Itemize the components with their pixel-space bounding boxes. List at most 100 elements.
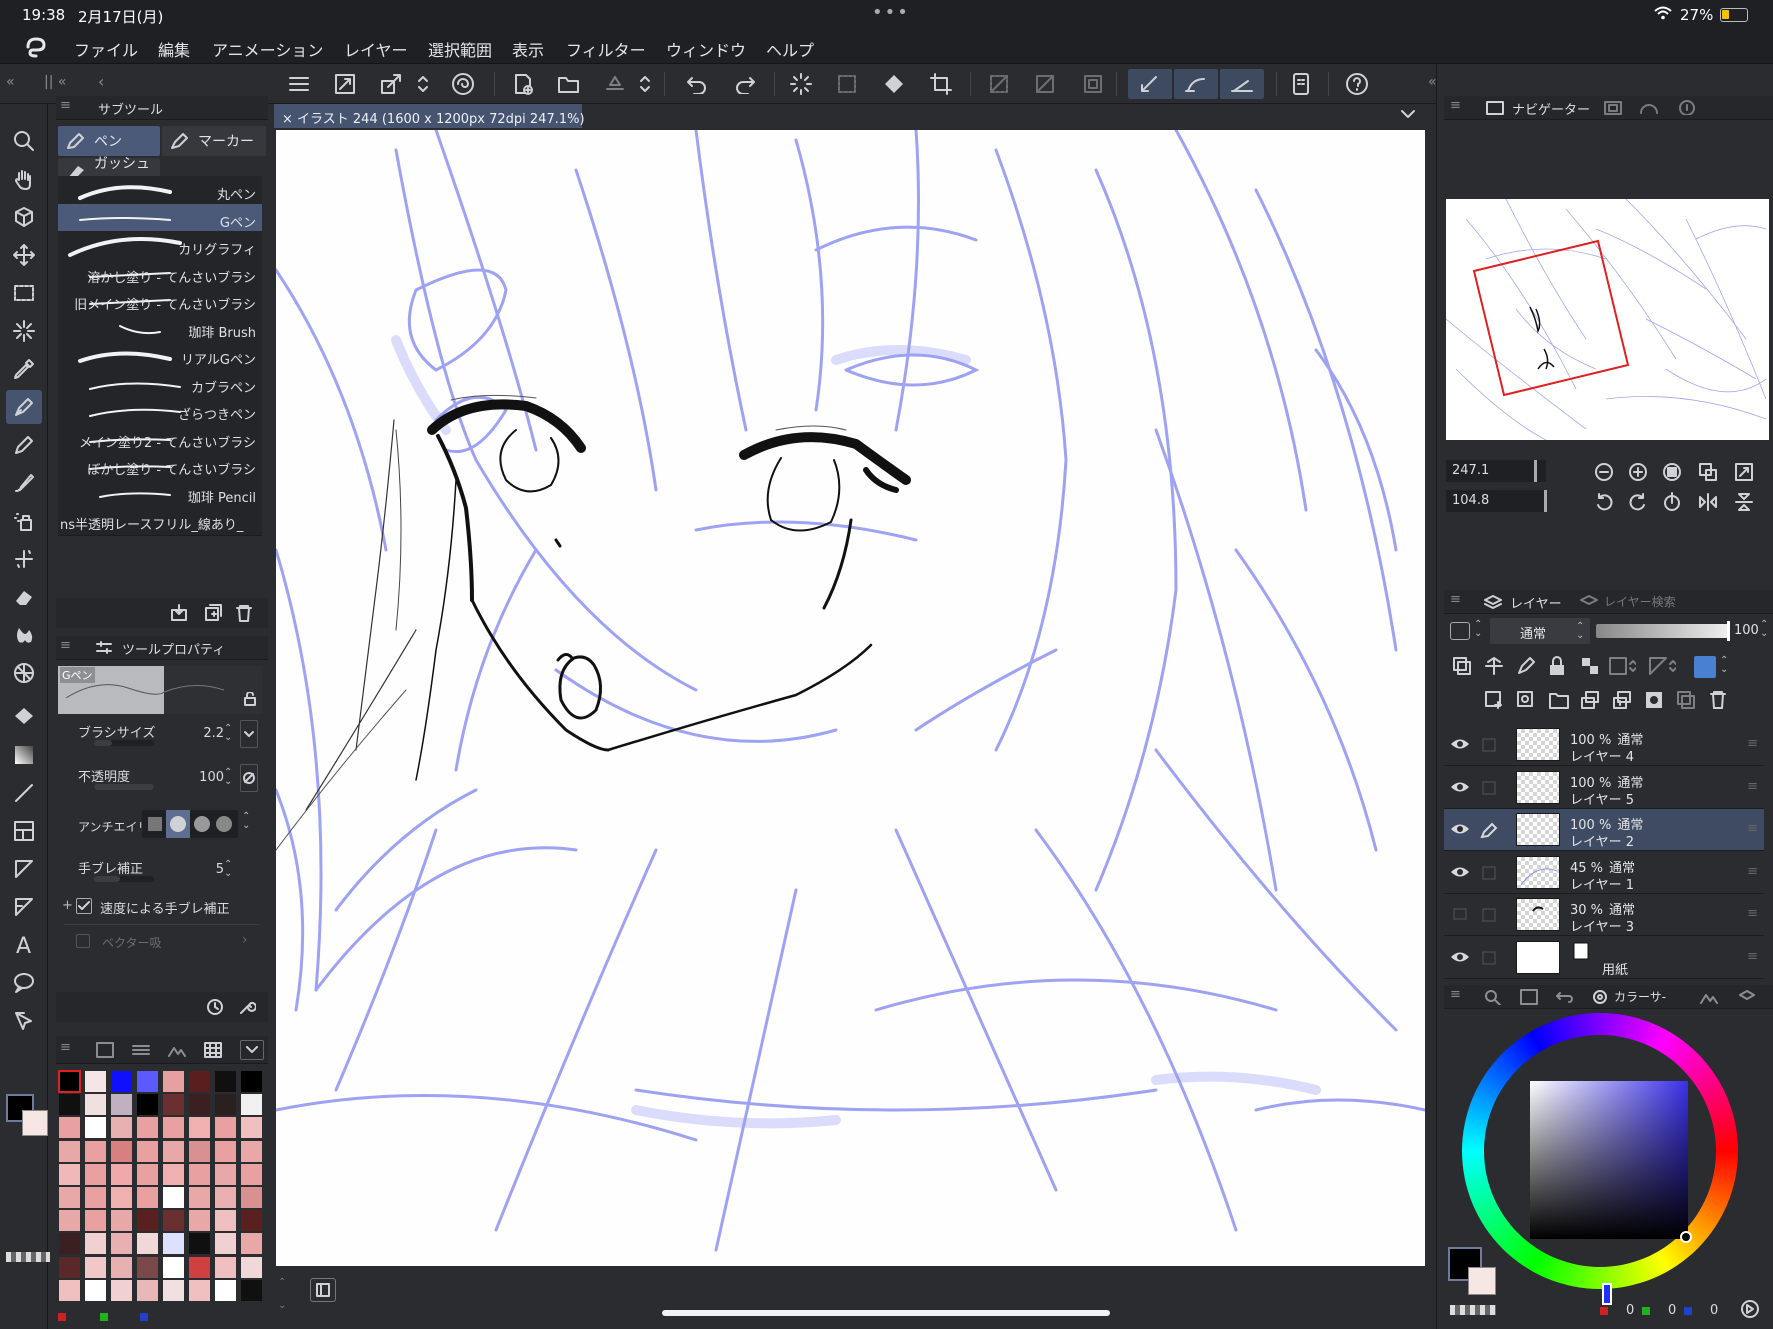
fill-bucket-tool-icon[interactable]	[6, 700, 42, 734]
lock-transparent-icon[interactable]	[1580, 656, 1600, 676]
menu-selection[interactable]: 選択範囲	[428, 37, 492, 61]
collapse-left-icon[interactable]: «	[6, 74, 15, 90]
invert-selection-icon[interactable]	[1030, 69, 1060, 99]
color-swatch[interactable]	[188, 1093, 211, 1117]
transform-icon[interactable]	[376, 69, 406, 99]
palette-dropdown-icon[interactable]	[240, 1040, 264, 1060]
info-tab-icon[interactable]	[1640, 101, 1658, 115]
color-swatch[interactable]	[214, 1116, 237, 1140]
search-color-icon[interactable]	[1484, 989, 1502, 1005]
color-swatch[interactable]	[136, 1255, 159, 1279]
layer-row[interactable]: 用紙 ≡	[1444, 936, 1764, 979]
color-swatch[interactable]	[58, 1232, 81, 1256]
color-swatch[interactable]	[58, 1093, 81, 1117]
color-set-tab-icon[interactable]	[204, 1042, 222, 1058]
color-swatch[interactable]	[214, 1255, 237, 1279]
color-swatch[interactable]	[188, 1255, 211, 1279]
frame-tool-icon[interactable]	[6, 814, 42, 848]
snap-special-ruler-icon[interactable]	[1174, 69, 1218, 99]
color-tab[interactable]: カラーサ-	[1614, 988, 1666, 1005]
color-swatch[interactable]	[188, 1070, 211, 1093]
stabilization-stepper[interactable]: ⌃ ⌄	[224, 860, 236, 879]
color-settings-icon[interactable]	[1740, 1299, 1760, 1319]
color-swatch[interactable]	[136, 1278, 159, 1302]
color-swatch[interactable]	[240, 1186, 263, 1209]
move-tool-icon[interactable]	[6, 238, 42, 272]
layer-visibility-eye-icon[interactable]	[1450, 907, 1470, 921]
create-mask-icon[interactable]	[1644, 690, 1664, 710]
saturation-value-square[interactable]	[1530, 1081, 1692, 1243]
color-swatch[interactable]	[58, 1278, 81, 1302]
layer-drag-handle-icon[interactable]: ≡	[1747, 864, 1758, 879]
panel-menu-icon[interactable]: ≡	[60, 1040, 71, 1055]
wheel-sub-color[interactable]	[1468, 1267, 1496, 1295]
item-bank-tab-icon[interactable]	[1678, 99, 1696, 115]
color-swatch[interactable]	[188, 1116, 211, 1140]
panel-menu-icon[interactable]: ≡	[1450, 98, 1461, 113]
color-swatch[interactable]	[136, 1070, 159, 1093]
zoom-field[interactable]: 247.1	[1446, 460, 1546, 482]
opacity-stepper[interactable]: ⌃ ⌄	[224, 768, 236, 787]
layer-color-icon[interactable]	[1450, 622, 1470, 640]
blend-mode-select[interactable]: 通常 ⌃ ⌄	[1490, 618, 1590, 644]
loading-spinner-icon[interactable]	[786, 69, 816, 99]
color-swatch[interactable]	[110, 1278, 133, 1302]
opacity-track[interactable]	[94, 784, 154, 790]
color-swatch[interactable]	[84, 1186, 107, 1209]
brush-item[interactable]: ぼかし塗り - てんさいブラシ	[58, 451, 262, 481]
layer-row[interactable]: 45 % 通常 レイヤー 1 ≡	[1444, 851, 1764, 894]
color-swatch[interactable]	[58, 1116, 81, 1140]
special-ruler-tool-icon[interactable]	[6, 890, 42, 924]
color-swatch[interactable]	[162, 1162, 185, 1186]
mask-icon[interactable]	[1608, 656, 1636, 676]
new-vector-layer-icon[interactable]	[1516, 690, 1536, 710]
brush-item[interactable]: リアルGペン	[58, 341, 262, 371]
sv-picker-handle[interactable]	[1680, 1231, 1692, 1243]
eyedropper-tool-icon[interactable]	[6, 352, 42, 386]
help-icon[interactable]	[1342, 69, 1372, 99]
color-swatch[interactable]	[240, 1116, 263, 1140]
layer-drag-handle-icon[interactable]: ≡	[1747, 736, 1758, 751]
color-swatch[interactable]	[214, 1278, 237, 1302]
color-swatch[interactable]	[214, 1139, 237, 1163]
pencil-tool-icon[interactable]	[6, 428, 42, 462]
color-swatch[interactable]	[84, 1162, 107, 1186]
color-swatch[interactable]	[240, 1232, 263, 1256]
hue-picker-handle[interactable]	[1602, 1283, 1612, 1305]
menu-help[interactable]: ヘルプ	[766, 37, 814, 61]
navigator-tab[interactable]: ナビゲーター	[1512, 99, 1590, 118]
zoom-out-icon[interactable]	[1594, 462, 1614, 482]
layer-visibility-eye-icon[interactable]	[1450, 737, 1470, 751]
layer-search-tab[interactable]: レイヤー検索	[1604, 593, 1676, 610]
layer-row[interactable]: 100 % 通常 レイヤー 5 ≡	[1444, 766, 1764, 809]
navigator-preview[interactable]	[1446, 199, 1769, 440]
document-tabs-dropdown-icon[interactable]	[1400, 108, 1416, 120]
brush-size-value[interactable]: 2.2	[184, 726, 224, 741]
undo-icon[interactable]	[682, 69, 712, 99]
redo-icon[interactable]	[730, 69, 760, 99]
color-swatch[interactable]	[136, 1186, 159, 1209]
menu-edit[interactable]: 編集	[158, 37, 190, 61]
color-swatch[interactable]	[84, 1278, 107, 1302]
updown-arrow2-icon[interactable]	[636, 69, 654, 99]
layer-opacity-stepper[interactable]: ⌃ ⌄	[1760, 620, 1768, 639]
vector-checkbox[interactable]	[76, 934, 90, 948]
duplicate-subtool-icon[interactable]	[204, 604, 222, 622]
antialias-none-icon[interactable]	[148, 817, 162, 831]
color-swatch[interactable]	[58, 1209, 81, 1233]
layer-visibility-eye-icon[interactable]	[1450, 950, 1470, 964]
layer-opacity-value[interactable]: 100	[1734, 623, 1759, 638]
fill-window-icon[interactable]	[1734, 462, 1754, 482]
toolprop-tab[interactable]: ツールプロパティ	[122, 639, 225, 658]
delete-subtool-icon[interactable]	[236, 604, 252, 622]
color-swatch[interactable]	[136, 1232, 159, 1256]
drawing-canvas[interactable]	[276, 130, 1425, 1266]
color-swatch[interactable]	[84, 1116, 107, 1140]
color-swatch[interactable]	[162, 1093, 185, 1117]
flip-horizontal-icon[interactable]	[1698, 492, 1718, 512]
menu-filter[interactable]: フィルター	[566, 37, 646, 61]
color-swatch[interactable]	[136, 1093, 159, 1117]
new-raster-layer-icon[interactable]	[1484, 690, 1504, 710]
panel-menu-icon[interactable]: ≡	[60, 98, 71, 113]
hamburger-menu-icon[interactable]	[284, 69, 314, 99]
